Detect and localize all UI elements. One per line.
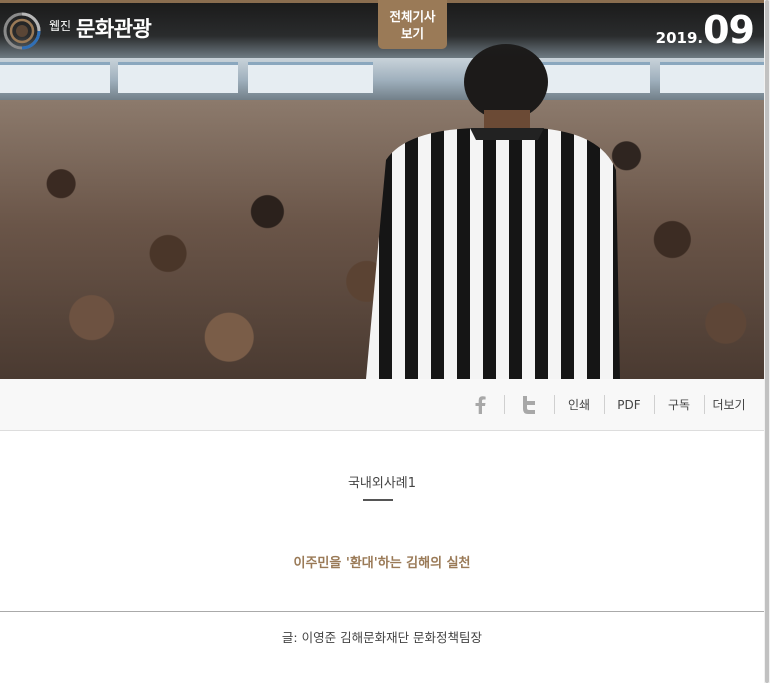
issue-year: 2019. [655, 29, 704, 47]
share-toolbar: 인쇄 PDF 구독 더보기 [0, 379, 764, 431]
performer-figure [366, 44, 620, 379]
article-divider [0, 611, 764, 612]
print-button[interactable]: 인쇄 [555, 379, 603, 430]
category-underline [363, 499, 393, 501]
facebook-icon [475, 395, 486, 414]
article-byline: 글: 이영준 김해문화재단 문화정책팀장 [281, 630, 483, 645]
subscribe-button[interactable]: 구독 [655, 379, 703, 430]
article-category: 국내외사례1 [347, 476, 417, 491]
logo-text-small: 웹진 [49, 19, 72, 33]
issue-number: 2019.09 [655, 8, 755, 52]
hero-tent [660, 62, 764, 93]
twitter-icon [523, 395, 535, 414]
logo-text-title[interactable]: 문화관광 [76, 13, 152, 43]
hero-image [0, 0, 764, 379]
hero-tent [248, 62, 373, 93]
pdf-button[interactable]: PDF [605, 379, 653, 430]
hero-tent [0, 62, 110, 93]
toolbar-separator [504, 395, 505, 414]
hero-tent [118, 62, 238, 93]
article-headline: 이주민을 '환대'하는 김해의 실천 [293, 556, 471, 571]
page-scrollbar-thumb[interactable] [765, 0, 769, 683]
facebook-share-button[interactable] [466, 379, 494, 430]
webzine-logo-icon[interactable] [3, 12, 41, 50]
all-articles-label-line2: 보기 [400, 25, 424, 41]
all-articles-label-line1: 전체기사 [389, 8, 436, 24]
twitter-share-button[interactable] [514, 379, 544, 430]
more-button[interactable]: 더보기 [705, 379, 753, 430]
all-articles-button[interactable]: 전체기사 보기 [378, 0, 447, 49]
issue-month: 09 [703, 8, 755, 52]
